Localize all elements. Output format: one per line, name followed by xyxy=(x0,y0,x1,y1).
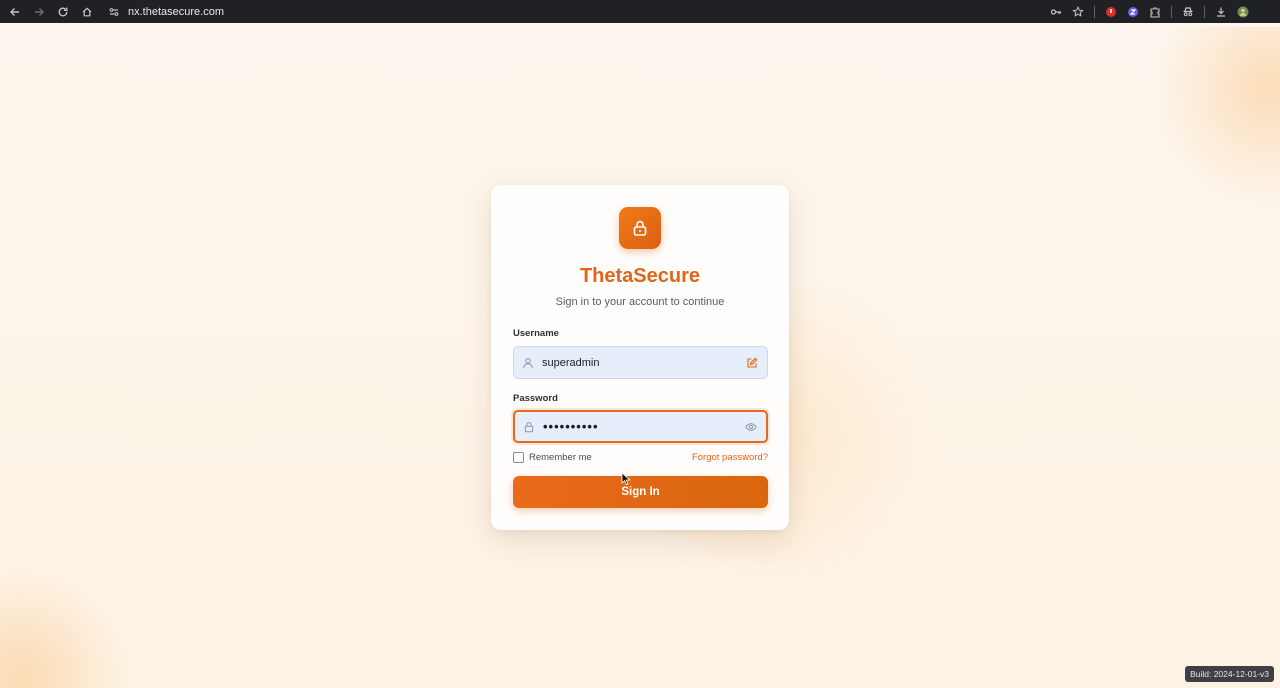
browser-toolbar: nx.thetasecure.com xyxy=(0,0,1280,23)
username-label: Username xyxy=(513,328,559,339)
extensions-button[interactable] xyxy=(1144,0,1166,23)
login-page: ThetaSecure Sign in to your account to c… xyxy=(0,27,1280,688)
remember-me-label[interactable]: Remember me xyxy=(529,452,592,463)
address-bar[interactable]: nx.thetasecure.com xyxy=(104,1,1024,22)
username-field[interactable] xyxy=(513,346,768,379)
extension-purple-button[interactable] xyxy=(1122,0,1144,23)
eye-icon xyxy=(745,422,757,431)
build-badge: Build: 2024-12-01-v3 xyxy=(1185,666,1274,682)
back-button[interactable] xyxy=(3,0,27,23)
remember-me[interactable]: Remember me xyxy=(513,451,592,463)
edit-icon xyxy=(747,357,758,368)
forward-icon xyxy=(35,7,44,16)
reload-button[interactable] xyxy=(51,0,75,23)
toolbar-divider xyxy=(1204,5,1205,18)
extension-purple-icon xyxy=(1128,6,1138,17)
bookmark-button[interactable] xyxy=(1067,0,1089,23)
forgot-password-link[interactable]: Forgot password? xyxy=(692,452,768,463)
incognito-icon xyxy=(1183,6,1193,16)
download-icon xyxy=(1217,7,1225,17)
puzzle-icon xyxy=(1150,6,1160,18)
password-input[interactable] xyxy=(543,412,736,441)
profile-button[interactable] xyxy=(1232,0,1254,23)
password-field[interactable] xyxy=(513,410,768,443)
lock-icon xyxy=(633,220,647,236)
toolbar-divider xyxy=(1094,5,1095,18)
star-icon xyxy=(1072,5,1084,17)
login-card: ThetaSecure Sign in to your account to c… xyxy=(491,185,789,530)
user-icon-wrap xyxy=(514,357,542,369)
login-subtitle: Sign in to your account to continue xyxy=(555,296,725,308)
url-text: nx.thetasecure.com xyxy=(128,5,224,18)
extension-red-button[interactable] xyxy=(1100,0,1122,23)
extension-red-icon xyxy=(1106,6,1116,17)
brand-title: ThetaSecure xyxy=(579,265,701,287)
site-info-icon[interactable] xyxy=(104,1,124,22)
key-icon xyxy=(1050,8,1062,15)
profile-avatar xyxy=(1237,6,1249,17)
incognito-button[interactable] xyxy=(1177,0,1199,23)
reload-icon xyxy=(58,7,68,16)
password-key-button[interactable] xyxy=(1045,0,1067,23)
back-icon xyxy=(10,7,19,16)
username-input[interactable] xyxy=(542,347,737,378)
forward-button[interactable] xyxy=(27,0,51,23)
lock-icon xyxy=(524,421,534,432)
toolbar-actions xyxy=(1045,0,1280,23)
lock-icon-wrap xyxy=(515,421,543,433)
home-button[interactable] xyxy=(75,0,99,23)
user-icon xyxy=(523,357,533,368)
remember-me-checkbox[interactable] xyxy=(513,451,524,463)
home-icon xyxy=(82,6,92,16)
mouse-cursor-icon xyxy=(621,472,631,486)
options-row: Remember me Forgot password? xyxy=(513,450,768,464)
sign-in-button[interactable]: Sign In xyxy=(513,476,768,508)
toggle-password-visibility[interactable] xyxy=(736,421,766,433)
brand-logo xyxy=(619,207,661,249)
autofill-edit-button[interactable] xyxy=(737,357,767,369)
toolbar-divider xyxy=(1171,5,1172,18)
downloads-button[interactable] xyxy=(1210,0,1232,23)
password-label: Password xyxy=(513,393,558,404)
